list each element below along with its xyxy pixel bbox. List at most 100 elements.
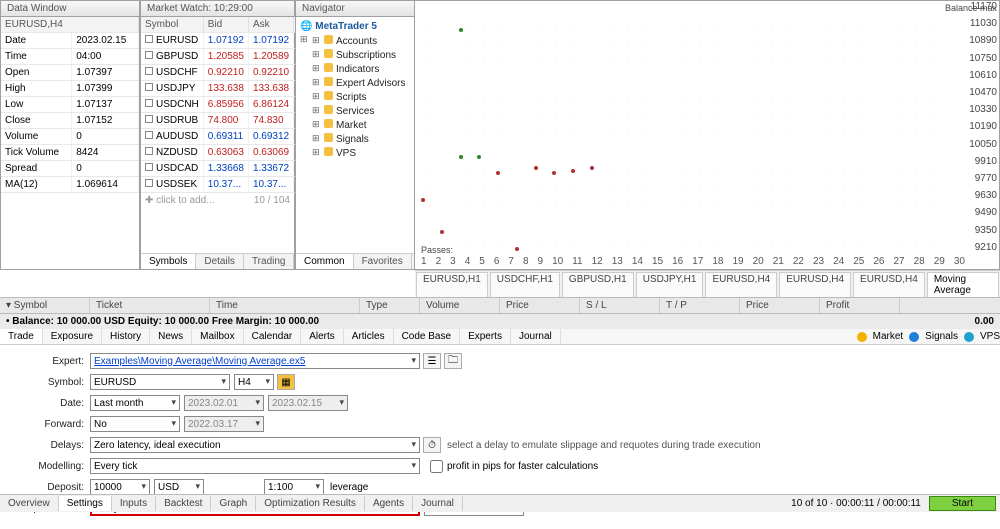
toolbox-tab[interactable]: Exposure: [43, 329, 102, 344]
tester-tab[interactable]: Agents: [365, 496, 413, 511]
positions-col[interactable]: S / L: [580, 298, 660, 313]
delays-select[interactable]: Zero latency, ideal execution: [90, 437, 420, 453]
data-window-row: Open1.07397: [1, 65, 139, 81]
toolbox-tab[interactable]: Articles: [344, 329, 394, 344]
symbol-spec-icon[interactable]: ▦: [277, 374, 295, 390]
toolbox-tab[interactable]: Experts: [460, 329, 511, 344]
navigator-tabs: CommonFavorites: [296, 253, 414, 269]
forward-select[interactable]: No: [90, 416, 180, 432]
chart-tab[interactable]: EURUSD,H4: [779, 272, 851, 297]
positions-col[interactable]: Ticket: [90, 298, 210, 313]
positions-col[interactable]: T / P: [660, 298, 740, 313]
deposit-input[interactable]: 10000: [90, 479, 150, 495]
expert-label: Expert:: [20, 356, 90, 367]
navigator-tab[interactable]: Favorites: [354, 254, 412, 269]
date-to: 2023.02.15: [268, 395, 348, 411]
col-symbol[interactable]: Symbol: [141, 17, 203, 33]
market-watch-title: Market Watch: 10:29:00: [141, 1, 294, 17]
toolbox-tab[interactable]: Trade: [0, 329, 43, 344]
data-window-row: Close1.07152: [1, 113, 139, 129]
chart-tab[interactable]: USDJPY,H1: [636, 272, 704, 297]
navigator-item[interactable]: Scripts: [312, 90, 410, 104]
deposit-ccy[interactable]: USD: [154, 479, 204, 495]
market-icon[interactable]: [857, 332, 867, 342]
chart-tab[interactable]: EURUSD,H4: [705, 272, 777, 297]
chart-point: [477, 155, 481, 159]
toolbox-tab[interactable]: Calendar: [244, 329, 302, 344]
deposit-label: Deposit:: [20, 482, 90, 493]
chart-tab[interactable]: Moving Average: [927, 272, 999, 297]
toolbox-tab[interactable]: Code Base: [394, 329, 460, 344]
data-window-grid: EURUSD,H4 Date2023.02.15Time04:00Open1.0…: [1, 17, 139, 193]
col-bid[interactable]: Bid: [203, 17, 248, 33]
positions-col[interactable]: Profit: [820, 298, 900, 313]
chart-point: [590, 166, 594, 170]
toolbox-tab[interactable]: Mailbox: [192, 329, 243, 344]
tester-tab[interactable]: Optimization Results: [256, 496, 365, 511]
toolbox-tabs: TradeExposureHistoryNewsMailboxCalendarA…: [0, 329, 1000, 345]
tester-bottom-bar: OverviewSettingsInputsBacktestGraphOptim…: [0, 494, 1000, 512]
date-range-select[interactable]: Last month: [90, 395, 180, 411]
data-window-row: Tick Volume8424: [1, 145, 139, 161]
positions-col[interactable]: Price: [500, 298, 580, 313]
market-watch-tab[interactable]: Trading: [244, 254, 295, 269]
chart-point: [496, 171, 500, 175]
toolbox-tab[interactable]: History: [102, 329, 150, 344]
leverage-select[interactable]: 1:100: [264, 479, 324, 495]
market-watch-tab[interactable]: Details: [196, 254, 244, 269]
tester-tab[interactable]: Backtest: [156, 496, 211, 511]
tester-tab[interactable]: Settings: [59, 496, 112, 511]
navigator-item[interactable]: Signals: [312, 132, 410, 146]
toolbox-tab[interactable]: Journal: [511, 329, 561, 344]
symbol-select[interactable]: EURUSD: [90, 374, 230, 390]
vps-icon[interactable]: [964, 332, 974, 342]
balance-profit: 0.00: [975, 316, 994, 327]
positions-col[interactable]: Price: [740, 298, 820, 313]
market-watch-add[interactable]: click to add...: [156, 195, 214, 206]
signals-icon[interactable]: [909, 332, 919, 342]
positions-col[interactable]: Volume: [420, 298, 500, 313]
navigator-item[interactable]: Expert Advisors: [312, 76, 410, 90]
positions-col[interactable]: Type: [360, 298, 420, 313]
chart-tab[interactable]: EURUSD,H4: [853, 272, 925, 297]
chart-tab[interactable]: GBPUSD,H1: [562, 272, 634, 297]
navigator-item[interactable]: Accounts: [312, 34, 410, 48]
modelling-select[interactable]: Every tick: [90, 458, 420, 474]
toolbox-tab[interactable]: News: [150, 329, 192, 344]
start-button[interactable]: Start: [929, 496, 996, 511]
pips-checkbox[interactable]: [430, 460, 443, 473]
expert-select[interactable]: Examples\Moving Average\Moving Average.e…: [90, 353, 420, 369]
navigator-item[interactable]: Market: [312, 118, 410, 132]
data-window-row: Volume0: [1, 129, 139, 145]
navigator-tab[interactable]: Common: [296, 254, 354, 269]
chart-tab[interactable]: EURUSD,H1: [416, 272, 488, 297]
expert-open-icon[interactable]: 🗀: [444, 353, 462, 369]
optimization-chart: Balance max 1117011030108901075010610104…: [415, 0, 1000, 270]
positions-col[interactable]: ▾ Symbol: [0, 298, 90, 313]
market-watch-tab[interactable]: Symbols: [141, 254, 196, 269]
delays-note: select a delay to emulate slippage and r…: [447, 440, 761, 451]
positions-col[interactable]: Time: [210, 298, 360, 313]
tester-tab[interactable]: Overview: [0, 496, 59, 511]
timeframe-select[interactable]: H4: [234, 374, 274, 390]
chart-point: [534, 166, 538, 170]
navigator-panel: Navigator 🌐 MetaTrader 5 AccountsSubscri…: [295, 0, 415, 270]
tester-tab[interactable]: Journal: [413, 496, 463, 511]
chart-tab[interactable]: USDCHF,H1: [490, 272, 560, 297]
navigator-item[interactable]: Services: [312, 104, 410, 118]
navigator-item[interactable]: Subscriptions: [312, 48, 410, 62]
data-window-panel: Data Window EURUSD,H4 Date2023.02.15Time…: [0, 0, 140, 270]
tester-tab[interactable]: Inputs: [112, 496, 156, 511]
date-label: Date:: [20, 398, 90, 409]
tester-tab[interactable]: Graph: [211, 496, 256, 511]
modelling-label: Modelling:: [20, 461, 90, 472]
toolbox-tab[interactable]: Alerts: [301, 329, 344, 344]
navigator-root[interactable]: 🌐 MetaTrader 5: [300, 20, 410, 33]
col-ask[interactable]: Ask: [248, 17, 293, 33]
navigator-item[interactable]: VPS: [312, 146, 410, 160]
expert-config-icon[interactable]: ☰: [423, 353, 441, 369]
navigator-item[interactable]: Indicators: [312, 62, 410, 76]
chart-point: [552, 171, 556, 175]
delays-help-icon[interactable]: ⏱: [423, 437, 441, 453]
data-window-row: Low1.07137: [1, 97, 139, 113]
